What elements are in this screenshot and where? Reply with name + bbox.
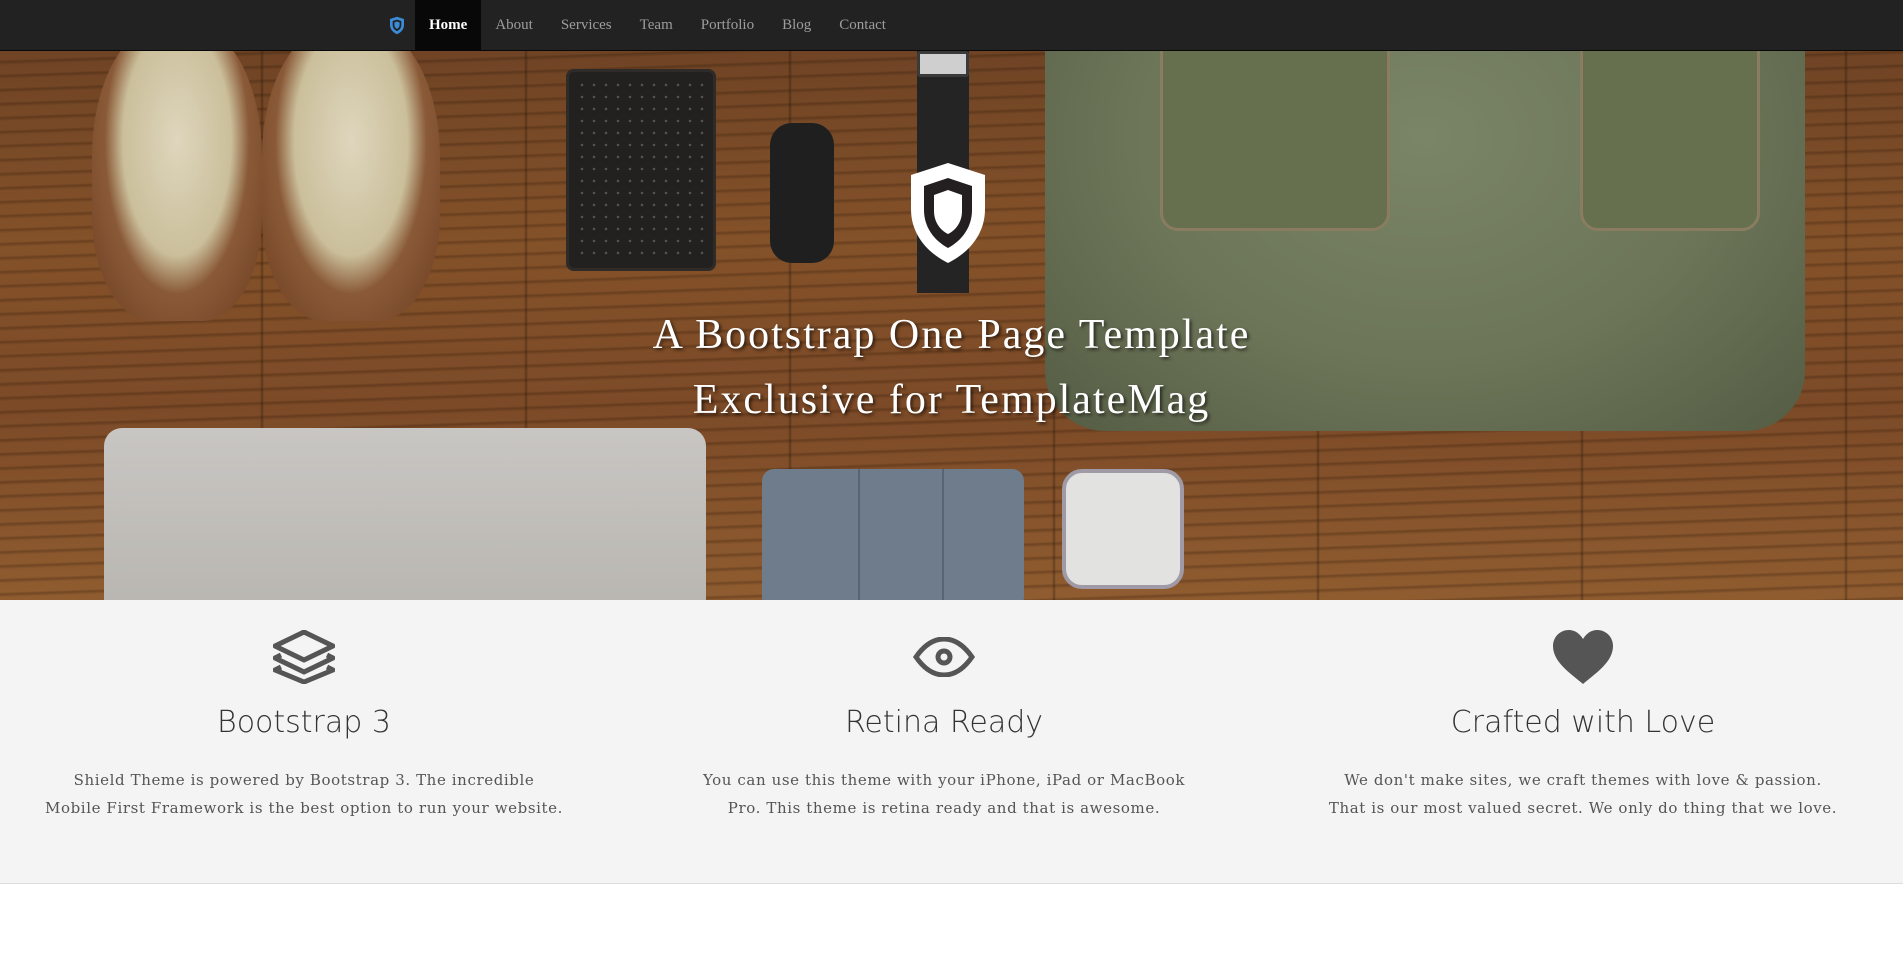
- nav-item-blog[interactable]: Blog: [768, 0, 825, 50]
- feature-bootstrap: Bootstrap 3 Shield Theme is powered by B…: [4, 600, 604, 884]
- nav-item-team[interactable]: Team: [626, 0, 687, 50]
- feature-description: You can use this theme with your iPhone,…: [702, 771, 1186, 817]
- brand-logo[interactable]: [378, 0, 415, 50]
- hero-title-line2: Exclusive for TemplateMag: [692, 377, 1211, 423]
- feature-love: Crafted with Love We don't make sites, w…: [1283, 600, 1883, 884]
- nav-item-about[interactable]: About: [481, 0, 547, 50]
- nav-menu: Home About Services Team Portfolio Blog …: [378, 0, 900, 50]
- feature-icon-wrapper: [1551, 628, 1615, 686]
- feature-description: Shield Theme is powered by Bootstrap 3. …: [45, 771, 563, 817]
- feature-icon-wrapper: [272, 628, 336, 686]
- nav-item-contact[interactable]: Contact: [825, 0, 900, 50]
- nav-item-services[interactable]: Services: [547, 0, 626, 50]
- feature-retina: Retina Ready You can use this theme with…: [644, 600, 1244, 884]
- feature-icon-wrapper: [912, 628, 976, 686]
- layers-icon: [273, 630, 335, 684]
- feature-title: Bootstrap 3: [217, 705, 391, 740]
- eye-icon: [913, 637, 975, 677]
- feature-description: We don't make sites, we craft themes wit…: [1328, 771, 1838, 817]
- nav-item-portfolio[interactable]: Portfolio: [687, 0, 768, 50]
- shield-icon: [911, 163, 985, 263]
- navbar: Home About Services Team Portfolio Blog …: [0, 0, 1903, 51]
- feature-title: Crafted with Love: [1450, 705, 1716, 740]
- shield-icon: [389, 16, 404, 34]
- hero-content: A Bootstrap One Page Template Exclusive …: [0, 51, 1903, 600]
- feature-title: Retina Ready: [844, 705, 1044, 740]
- hero-section: A Bootstrap One Page Template Exclusive …: [0, 51, 1903, 600]
- hero-title-line1: A Bootstrap One Page Template: [652, 312, 1251, 358]
- features-section: Bootstrap 3 Shield Theme is powered by B…: [0, 600, 1903, 884]
- heart-icon: [1553, 630, 1613, 684]
- nav-item-home[interactable]: Home: [415, 0, 482, 50]
